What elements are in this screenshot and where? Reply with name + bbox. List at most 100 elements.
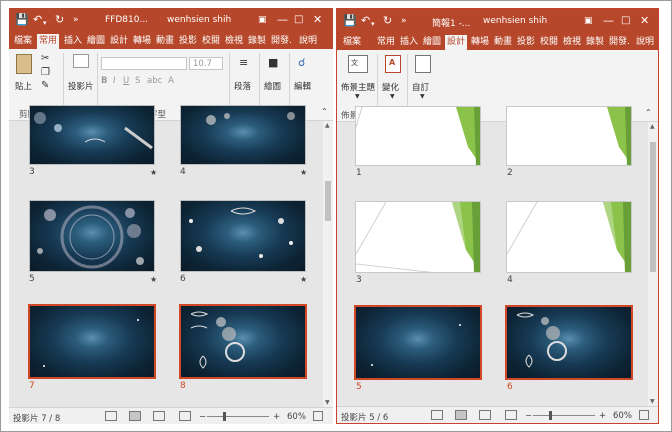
- tab-design[interactable]: 設計: [110, 35, 128, 47]
- zoom-level[interactable]: 60%: [287, 412, 306, 422]
- tab-insert[interactable]: 插入: [400, 36, 418, 48]
- zoom-slider-thumb[interactable]: [549, 411, 552, 420]
- scroll-up-icon[interactable]: ▲: [325, 122, 330, 129]
- slide-thumbnail[interactable]: [180, 105, 306, 165]
- slideshow-view-icon[interactable]: [179, 411, 191, 421]
- font-name-box[interactable]: [101, 57, 187, 70]
- shadow-icon[interactable]: S: [135, 76, 140, 86]
- tab-view[interactable]: 檢視: [225, 35, 243, 47]
- variants-button[interactable]: A 變化 ▼: [381, 55, 405, 100]
- slide-sorter-view-icon[interactable]: [455, 410, 467, 420]
- slide-thumbnail-selected[interactable]: [179, 304, 307, 379]
- zoom-slider-thumb[interactable]: [223, 412, 226, 421]
- undo-dropdown-icon[interactable]: ▾: [43, 16, 47, 30]
- tab-animations[interactable]: 動畫: [156, 35, 174, 47]
- close-icon[interactable]: ✕: [640, 14, 649, 28]
- vertical-scrollbar[interactable]: ▲ ▼: [648, 122, 658, 406]
- zoom-slider[interactable]: [533, 415, 595, 416]
- normal-view-icon[interactable]: [105, 411, 117, 421]
- more-commands-icon[interactable]: »: [401, 14, 407, 28]
- slide-thumbnail[interactable]: [180, 200, 306, 272]
- slide-sorter-view-icon[interactable]: [129, 411, 141, 421]
- tab-review[interactable]: 校閱: [202, 35, 220, 47]
- save-icon[interactable]: 💾: [15, 13, 29, 27]
- tab-transitions[interactable]: 轉場: [471, 36, 489, 48]
- scroll-down-icon[interactable]: ▼: [650, 398, 655, 405]
- tab-design[interactable]: 設計: [445, 35, 468, 50]
- tab-slideshow[interactable]: 投影: [517, 36, 535, 48]
- collapse-ribbon-icon[interactable]: ⌃: [321, 107, 328, 116]
- slide-thumbnail[interactable]: [355, 106, 481, 166]
- minimize-icon[interactable]: —: [603, 14, 614, 28]
- paste-button[interactable]: 貼上: [13, 54, 37, 94]
- tab-insert[interactable]: 插入: [64, 35, 82, 47]
- tab-record[interactable]: 錄製: [586, 36, 604, 48]
- format-painter-icon[interactable]: ✎: [41, 80, 49, 91]
- zoom-in-icon[interactable]: +: [599, 411, 606, 421]
- tab-draw[interactable]: 繪圖: [87, 35, 105, 47]
- slide-thumbnail-selected[interactable]: [28, 304, 156, 379]
- drawing-button[interactable]: ■ 繪圖: [263, 54, 287, 94]
- tab-file[interactable]: 檔案: [343, 36, 361, 48]
- font-size-box[interactable]: 10.7: [189, 57, 223, 70]
- user-name[interactable]: wenhsien shih: [167, 15, 231, 25]
- slide-thumbnail[interactable]: [506, 201, 632, 273]
- tab-home[interactable]: 常用: [37, 34, 60, 49]
- new-slide-button[interactable]: 投影片: [67, 54, 95, 94]
- customize-button[interactable]: 自訂 ▼: [411, 55, 435, 100]
- editing-button[interactable]: ☌ 編輯: [293, 54, 317, 94]
- tab-review[interactable]: 校閱: [540, 36, 558, 48]
- fit-to-window-icon[interactable]: [639, 410, 649, 420]
- copy-icon[interactable]: ❐: [41, 67, 50, 78]
- tab-developer[interactable]: 開發.: [271, 35, 292, 47]
- slide-thumbnail[interactable]: [29, 200, 155, 272]
- save-icon[interactable]: 💾: [343, 14, 357, 28]
- tab-slideshow[interactable]: 投影: [179, 35, 197, 47]
- redo-icon[interactable]: ↻: [55, 13, 64, 27]
- scroll-down-icon[interactable]: ▼: [325, 399, 330, 406]
- slide-thumbnail[interactable]: [29, 105, 155, 165]
- ribbon-display-icon[interactable]: ▣: [584, 14, 593, 28]
- more-commands-icon[interactable]: »: [73, 13, 79, 27]
- user-name[interactable]: wenhsien shih: [483, 16, 547, 26]
- slideshow-view-icon[interactable]: [505, 410, 517, 420]
- slide-thumbnail[interactable]: [506, 106, 632, 166]
- tab-view[interactable]: 檢視: [563, 36, 581, 48]
- undo-dropdown-icon[interactable]: ▾: [371, 17, 375, 31]
- reading-view-icon[interactable]: [153, 411, 165, 421]
- tab-record[interactable]: 錄製: [248, 35, 266, 47]
- zoom-level[interactable]: 60%: [613, 411, 632, 421]
- zoom-out-icon[interactable]: −: [525, 411, 532, 421]
- minimize-icon[interactable]: —: [277, 13, 288, 27]
- strikethrough-icon[interactable]: abc: [147, 76, 162, 86]
- zoom-out-icon[interactable]: −: [199, 412, 206, 422]
- tab-developer[interactable]: 開發.: [609, 36, 630, 48]
- ribbon-display-icon[interactable]: ▣: [258, 13, 267, 27]
- scroll-up-icon[interactable]: ▲: [650, 123, 655, 130]
- vertical-scrollbar[interactable]: ▲ ▼: [323, 121, 333, 407]
- reading-view-icon[interactable]: [479, 410, 491, 420]
- tab-animations[interactable]: 動畫: [494, 36, 512, 48]
- zoom-in-icon[interactable]: +: [273, 412, 280, 422]
- maximize-icon[interactable]: □: [294, 13, 303, 27]
- slide-thumbnail-selected[interactable]: [505, 305, 633, 380]
- themes-button[interactable]: 文 佈景主題 ▼: [341, 55, 375, 100]
- font-color-icon[interactable]: A: [168, 76, 174, 86]
- italic-icon[interactable]: I: [113, 76, 116, 86]
- collapse-ribbon-icon[interactable]: ⌃: [645, 108, 652, 117]
- normal-view-icon[interactable]: [431, 410, 443, 420]
- redo-icon[interactable]: ↻: [383, 14, 392, 28]
- cut-icon[interactable]: ✂: [41, 53, 49, 64]
- scrollbar-thumb[interactable]: [650, 142, 656, 272]
- underline-icon[interactable]: U: [123, 76, 129, 86]
- paragraph-button[interactable]: ≡ 段落: [233, 54, 257, 94]
- bold-icon[interactable]: B: [101, 76, 107, 86]
- tab-file[interactable]: 檔案: [14, 35, 32, 47]
- slide-thumbnail-selected[interactable]: [354, 305, 482, 380]
- tab-home[interactable]: 常用: [377, 36, 395, 48]
- undo-icon[interactable]: ↶: [361, 14, 370, 28]
- zoom-slider[interactable]: [207, 416, 269, 417]
- undo-icon[interactable]: ↶: [33, 13, 42, 27]
- tab-draw[interactable]: 繪圖: [423, 36, 441, 48]
- fit-to-window-icon[interactable]: [313, 411, 323, 421]
